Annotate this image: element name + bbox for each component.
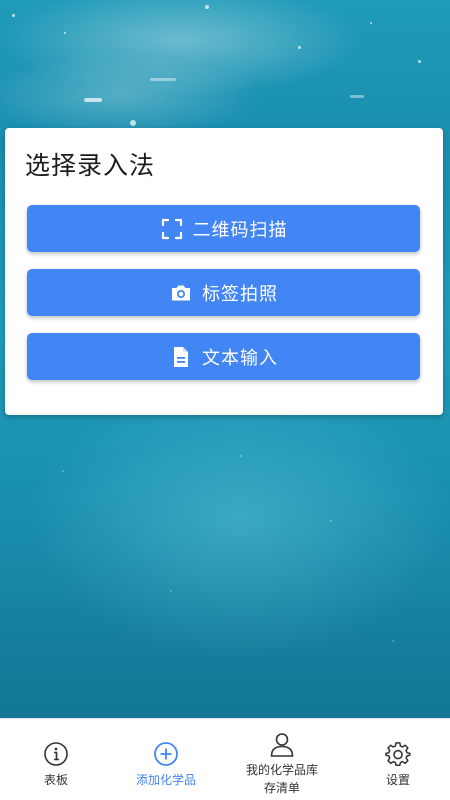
label-photo-button[interactable]: 标签拍照 [27, 269, 420, 316]
card-title: 选择录入法 [25, 151, 156, 180]
nav-label-my-inventory-line1: 我的化学品库 [245, 763, 318, 777]
bottom-navigation: 表板 添加化学品 我的化学品库 存清单 设置 [0, 718, 450, 800]
input-method-card: 选择录入法 二维码扫描 标签拍照 文本输入 [5, 128, 443, 415]
text-input-button[interactable]: 文本输入 [27, 333, 420, 380]
person-icon [269, 731, 295, 757]
label-photo-button-label: 标签拍照 [202, 283, 278, 305]
document-icon [169, 345, 193, 369]
nav-label-dashboard: 表板 [43, 773, 68, 787]
qr-scan-button-label: 二维码扫描 [192, 219, 288, 241]
info-icon [43, 741, 69, 767]
nav-item-my-inventory[interactable]: 我的化学品库 存清单 [226, 719, 338, 800]
camera-icon [169, 281, 193, 305]
nav-item-add-chemical[interactable]: 添加化学品 [110, 719, 222, 800]
qr-scan-button[interactable]: 二维码扫描 [27, 205, 420, 252]
qr-scan-icon [160, 217, 184, 241]
nav-item-dashboard[interactable]: 表板 [0, 719, 112, 800]
add-circle-icon [153, 741, 179, 767]
nav-label-my-inventory-line2: 存清单 [263, 781, 300, 795]
screen: 选择录入法 二维码扫描 标签拍照 文本输入 表板 添加化学品 我的化学品库 存清… [0, 0, 450, 800]
nav-item-settings[interactable]: 设置 [342, 719, 450, 800]
gear-icon [385, 741, 411, 767]
nav-label-settings: 设置 [385, 773, 410, 787]
text-input-button-label: 文本输入 [202, 347, 278, 369]
nav-label-add-chemical: 添加化学品 [135, 773, 196, 787]
